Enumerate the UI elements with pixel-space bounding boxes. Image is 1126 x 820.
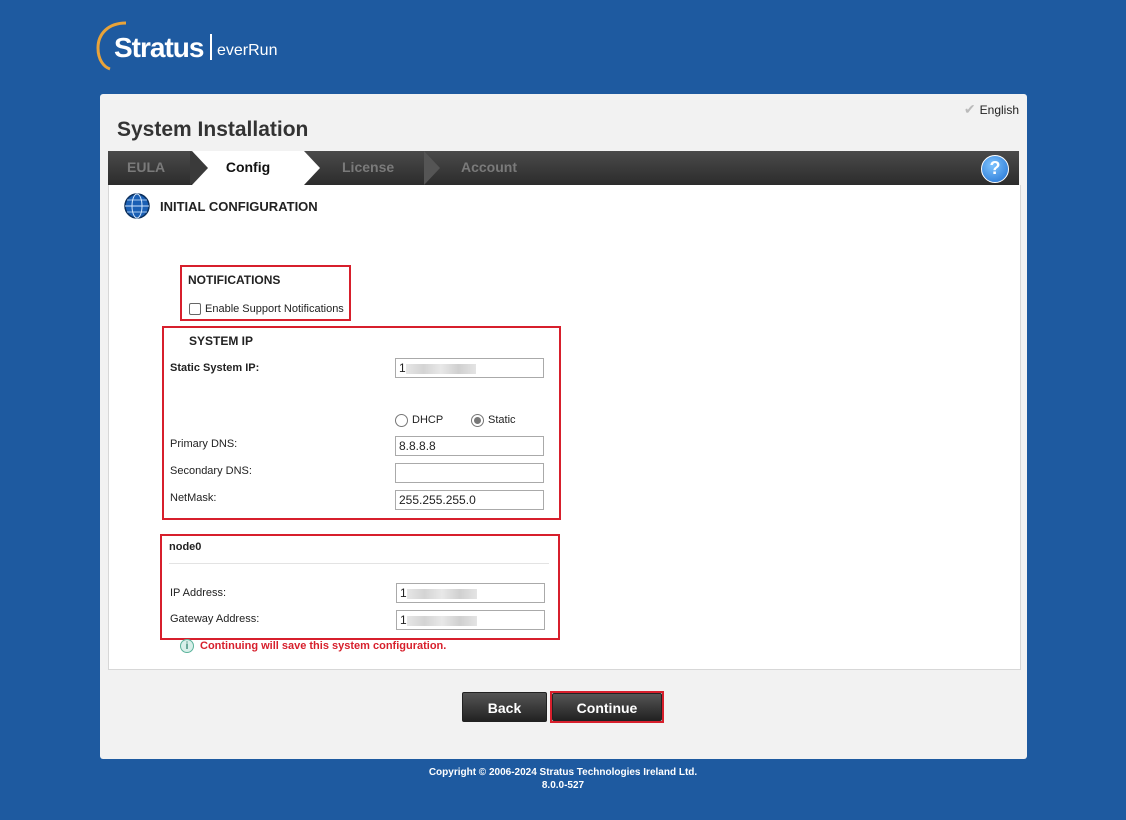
redacted-mask	[406, 615, 477, 626]
static-label: Static	[488, 414, 516, 426]
gateway-address-field[interactable]: 1	[396, 610, 545, 630]
language-label: English	[979, 102, 1019, 117]
section-title: INITIAL CONFIGURATION	[160, 199, 318, 214]
step-active-arrow	[304, 151, 320, 185]
stratus-everrun-logo: Stratus everRun	[96, 20, 296, 72]
logo-product-name: everRun	[217, 42, 278, 59]
static-radio[interactable]	[471, 414, 484, 427]
static-system-ip-label: Static System IP:	[170, 362, 260, 374]
config-content-area: INITIAL CONFIGURATION NOTIFICATIONS Enab…	[108, 185, 1021, 670]
static-system-ip-value: 1	[399, 361, 406, 375]
node-title: node0	[169, 541, 202, 553]
redacted-mask	[406, 588, 477, 599]
step-config-label: Config	[225, 159, 271, 175]
gateway-address-label: Gateway Address:	[170, 613, 260, 625]
globe-icon	[124, 193, 150, 219]
ip-address-field[interactable]: 1	[396, 583, 545, 603]
netmask-field[interactable]: 255.255.255.0	[395, 490, 544, 510]
primary-dns-field[interactable]: 8.8.8.8	[395, 436, 544, 456]
dhcp-label: DHCP	[412, 414, 444, 426]
logo-brand-name: Stratus	[114, 32, 204, 63]
footer-version: 8.0.0-527	[541, 780, 585, 791]
gateway-address-value: 1	[400, 613, 407, 627]
info-icon: i	[180, 639, 194, 653]
save-warning-message: Continuing will save this system configu…	[200, 640, 447, 652]
step-config: Config	[192, 151, 304, 185]
step-eula: EULA	[127, 159, 166, 175]
page-title: System Installation	[117, 118, 309, 141]
ip-address-label: IP Address:	[170, 587, 227, 599]
step-separator-chevron	[424, 151, 440, 185]
wizard-steps-bar: EULA Config License Account ?	[108, 151, 1019, 185]
node-divider	[169, 563, 549, 564]
notifications-box: NOTIFICATIONS Enable Support Notificatio…	[180, 265, 351, 321]
netmask-label: NetMask:	[170, 492, 217, 504]
static-system-ip-field[interactable]: 1	[395, 358, 544, 378]
back-button[interactable]: Back	[462, 692, 547, 722]
system-ip-box: SYSTEM IP Static System IP: 1 DHCP Stati…	[162, 326, 561, 520]
logo-separator	[210, 34, 212, 60]
secondary-dns-field[interactable]	[395, 463, 544, 483]
redacted-mask	[405, 363, 476, 374]
ip-address-value: 1	[400, 586, 407, 600]
check-icon: ✔	[963, 101, 976, 117]
enable-support-notifications-checkbox[interactable]	[189, 303, 201, 315]
secondary-dns-label: Secondary DNS:	[170, 465, 252, 477]
node-box: node0 IP Address: 1 Gateway Address: 1	[160, 534, 560, 640]
footer-copyright: Copyright © 2006-2024 Stratus Technologi…	[428, 767, 698, 778]
enable-support-notifications-label: Enable Support Notifications	[205, 303, 344, 315]
step-license: License	[342, 159, 395, 175]
primary-dns-label: Primary DNS:	[170, 438, 238, 450]
notifications-title: NOTIFICATIONS	[188, 273, 281, 287]
step-active-notch	[192, 151, 208, 185]
help-icon[interactable]: ?	[981, 155, 1009, 183]
dhcp-radio[interactable]	[395, 414, 408, 427]
step-account: Account	[461, 159, 517, 175]
language-selector[interactable]: ✔ English	[964, 101, 1019, 118]
system-ip-title: SYSTEM IP	[189, 334, 254, 348]
installation-panel: ✔ English System Installation EULA Confi…	[100, 94, 1027, 759]
continue-button[interactable]: Continue	[552, 693, 662, 721]
